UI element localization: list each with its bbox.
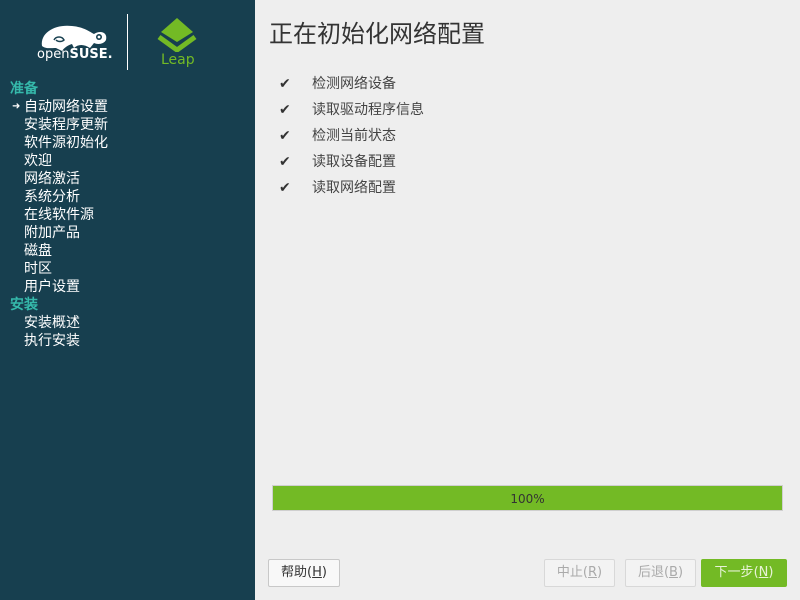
- step-label: 用户设置: [24, 279, 80, 295]
- task-item: ✔ 读取设备配置: [279, 154, 424, 180]
- shortcut-key: B: [669, 565, 678, 580]
- checkmark-icon: ✔: [279, 180, 291, 196]
- step-label: 附加产品: [24, 225, 80, 241]
- button-label: 中止: [556, 565, 583, 580]
- progress-bar: 100%: [272, 485, 783, 511]
- step-label: 磁盘: [24, 243, 52, 259]
- step-label: 欢迎: [24, 153, 52, 169]
- step-installation-overview: 安装概述: [0, 314, 255, 332]
- page-title: 正在初始化网络配置: [269, 20, 485, 48]
- leap-wordmark: Leap: [161, 52, 195, 68]
- checkmark-icon: ✔: [279, 154, 291, 170]
- task-item: ✔ 读取驱动程序信息: [279, 102, 424, 128]
- step-timezone: 时区: [0, 260, 255, 278]
- step-label: 安装概述: [24, 315, 80, 331]
- task-item: ✔ 检测网络设备: [279, 76, 424, 102]
- step-auto-network-setup: ➜ 自动网络设置: [0, 98, 255, 116]
- abort-button[interactable]: 中止(R): [544, 559, 615, 587]
- checkmark-icon: ✔: [279, 128, 291, 144]
- step-label: 网络激活: [24, 171, 80, 187]
- step-label: 在线软件源: [24, 207, 94, 223]
- step-disk: 磁盘: [0, 242, 255, 260]
- button-label: 下一步: [714, 565, 754, 580]
- back-button[interactable]: 后退(B): [625, 559, 696, 587]
- step-label: 安装程序更新: [24, 117, 108, 133]
- task-label: 读取驱动程序信息: [312, 102, 424, 118]
- main-panel: 正在初始化网络配置 ✔ 检测网络设备 ✔ 读取驱动程序信息 ✔ 检测当前状态 ✔ 读取设…: [255, 0, 800, 600]
- installation-steps: 准备 ➜ 自动网络设置 安装程序更新 软件源初始化 欢迎 网络激活 系统分析 在线…: [0, 80, 255, 350]
- step-repo-init: 软件源初始化: [0, 134, 255, 152]
- sidebar: openSUSE. Leap 准备 ➜ 自动网络设置 安装程序更新 软件源初始化 …: [0, 0, 255, 600]
- task-list: ✔ 检测网络设备 ✔ 读取驱动程序信息 ✔ 检测当前状态 ✔ 读取设备配置 ✔ 读取网络配…: [279, 76, 424, 206]
- step-installer-update: 安装程序更新: [0, 116, 255, 134]
- step-welcome: 欢迎: [0, 152, 255, 170]
- button-label: 帮助: [281, 565, 308, 580]
- checkmark-icon: ✔: [279, 102, 291, 118]
- step-label: 时区: [24, 261, 52, 277]
- leap-logo-icon: [157, 18, 197, 52]
- task-label: 读取网络配置: [312, 180, 396, 196]
- section-title-install: 安装: [10, 297, 38, 313]
- step-label: 软件源初始化: [24, 135, 108, 151]
- help-button[interactable]: 帮助(H): [268, 559, 340, 587]
- current-step-arrow-icon: ➜: [12, 101, 21, 112]
- progress-label: 100%: [510, 492, 545, 506]
- shortcut-key: N: [758, 565, 769, 580]
- shortcut-key: H: [312, 565, 322, 580]
- task-label: 检测当前状态: [312, 128, 396, 144]
- step-network-activation: 网络激活: [0, 170, 255, 188]
- task-label: 读取设备配置: [312, 154, 396, 170]
- logo-divider: [127, 14, 128, 70]
- step-label: 执行安装: [24, 333, 80, 349]
- step-add-on-products: 附加产品: [0, 224, 255, 242]
- step-perform-installation: 执行安装: [0, 332, 255, 350]
- task-label: 检测网络设备: [312, 76, 396, 92]
- section-title-prepare: 准备: [10, 81, 38, 97]
- step-user-settings: 用户设置: [0, 278, 255, 296]
- checkmark-icon: ✔: [279, 76, 291, 92]
- task-item: ✔ 检测当前状态: [279, 128, 424, 154]
- opensuse-wordmark: openSUSE.: [37, 47, 113, 62]
- step-online-repos: 在线软件源: [0, 206, 255, 224]
- next-button[interactable]: 下一步(N): [701, 559, 787, 587]
- shortcut-key: R: [587, 565, 598, 580]
- logo-area: openSUSE. Leap: [0, 0, 255, 78]
- task-item: ✔ 读取网络配置: [279, 180, 424, 206]
- button-label: 后退: [637, 565, 664, 580]
- step-system-analysis: 系统分析: [0, 188, 255, 206]
- step-label: 系统分析: [24, 189, 80, 205]
- step-label: 自动网络设置: [24, 99, 108, 115]
